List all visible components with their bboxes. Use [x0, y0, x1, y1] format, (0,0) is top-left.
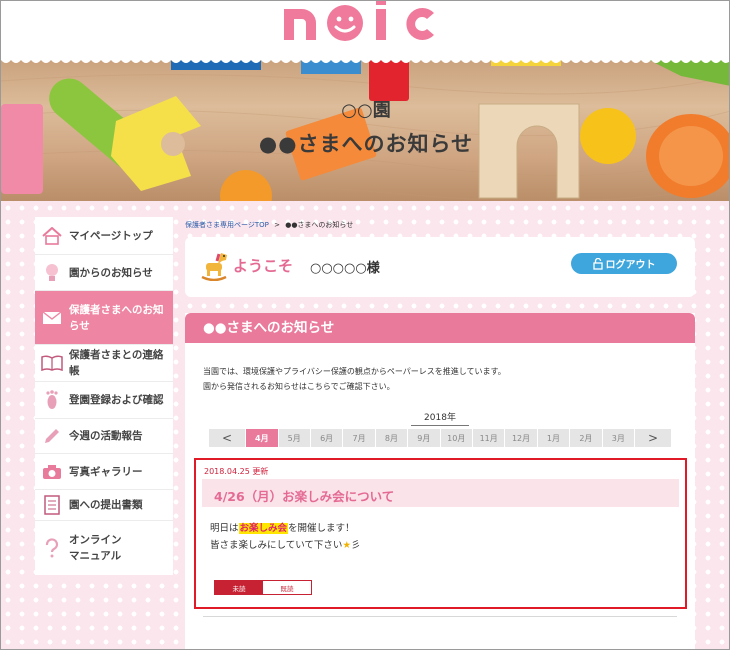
divider: [203, 616, 677, 617]
sidebar-item-attendance[interactable]: 登園登録および確認: [35, 382, 173, 419]
star-icon: ★: [342, 540, 351, 551]
pencil-icon: [41, 425, 63, 447]
month-tab[interactable]: 8月: [375, 429, 409, 447]
logout-button[interactable]: ログアウト: [571, 253, 677, 274]
month-tab[interactable]: 12月: [505, 429, 538, 447]
body-text: 彡: [350, 540, 361, 551]
sidebar-item-label: 今週の活動報告: [69, 430, 143, 442]
header-bar: [1, 1, 729, 57]
month-tab[interactable]: 2月: [570, 429, 603, 447]
sidebar-item-mypage-top[interactable]: マイページトップ: [35, 217, 173, 255]
intro-text: 当園では、環境保護やプライバシー保護の観点からペーパーレスを推進しています。 園…: [203, 364, 506, 394]
lightbulb-icon: [41, 262, 63, 284]
sidebar-item-photo-gallery[interactable]: 写真ギャラリー: [35, 454, 173, 490]
document-icon: [41, 494, 63, 516]
question-icon: [41, 537, 63, 559]
sidebar-item-label: 写真ギャラリー: [69, 465, 143, 478]
footprint-icon: [41, 389, 63, 411]
sidebar-item-documents[interactable]: 園への提出書類: [35, 490, 173, 521]
notice-body-line: 皆さま楽しみにしていて下さい★彡: [210, 537, 360, 554]
notice-title-bar: 4/26（月）お楽しみ会について: [202, 479, 679, 507]
sidebar-item-weekly-report[interactable]: 今週の活動報告: [35, 419, 173, 454]
body-text: 明日は: [210, 523, 239, 534]
sidebar-item-contact-book[interactable]: 保護者さまとの連絡帳: [35, 345, 173, 382]
month-tabs: < 4月 5月 6月 7月 8月 9月 10月 11月 12月 1月 2月 3月…: [209, 429, 672, 447]
sidebar-item-label: オンライン マニュアル: [69, 534, 122, 562]
intro-line: 園から発信されるお知らせはこちらでご確認下さい。: [203, 382, 395, 391]
lock-icon: [592, 257, 603, 270]
welcome-username: ○○○○○様: [310, 261, 380, 276]
month-tab[interactable]: 7月: [343, 429, 376, 447]
read-button[interactable]: 既読: [263, 581, 311, 594]
welcome-box: ようこそ ○○○○○様 ログアウト: [185, 237, 695, 297]
notice-date: 2018.04.25 更新: [204, 467, 269, 476]
envelope-icon: [41, 307, 63, 329]
sidebar-item-online-manual[interactable]: オンライン マニュアル: [35, 521, 173, 575]
sidebar-item-label: 保護者さまとの連絡帳: [69, 349, 164, 377]
rocking-horse-icon: [201, 253, 227, 281]
scallop-edge: [1, 56, 729, 63]
breadcrumb-separator: >: [274, 221, 280, 229]
read-status-toggle: 未読 既読: [214, 580, 312, 595]
page-frame: ○○園 ●●さまへのお知らせ マイページトップ 園からのお知らせ 保護者さまへの…: [0, 0, 730, 650]
month-tab[interactable]: 11月: [472, 429, 506, 447]
panel-title: ●●さまへのお知らせ: [185, 313, 695, 343]
sidebar-item-label: 園への提出書類: [69, 499, 143, 511]
body-text: を開催します！: [288, 523, 355, 534]
month-tab[interactable]: 3月: [602, 429, 635, 447]
notice-body: 明日はお楽しみ会を開催します！ 皆さま楽しみにしていて下さい★彡: [210, 520, 360, 554]
breadcrumb: 保護者さま専用ページTOP > ●●さまへのお知らせ: [185, 220, 353, 230]
next-year-button[interactable]: >: [634, 429, 672, 447]
house-icon: [41, 225, 63, 247]
notice-card: 2018.04.25 更新 4/26（月）お楽しみ会について 明日はお楽しみ会を…: [194, 458, 687, 609]
sidebar-nav: マイページトップ 園からのお知らせ 保護者さまへのお知らせ 保護者さまとの連絡帳…: [35, 217, 173, 575]
brand-logo[interactable]: [284, 1, 454, 43]
month-tab[interactable]: 10月: [440, 429, 473, 447]
sidebar-item-label: マイページトップ: [69, 229, 153, 242]
hero-title: ●●さまへのお知らせ: [258, 132, 474, 156]
month-tab[interactable]: 5月: [278, 429, 311, 447]
notice-title: 4/26（月）お楽しみ会について: [214, 489, 395, 504]
breadcrumb-current: ●●さまへのお知らせ: [285, 221, 354, 229]
hero-banner: ○○園 ●●さまへのお知らせ: [1, 56, 729, 201]
month-tab[interactable]: 1月: [537, 429, 571, 447]
sidebar-item-label: 登園登録および確認: [69, 394, 164, 406]
year-label: 2018年: [411, 410, 469, 426]
sidebar-item-school-news[interactable]: 園からのお知らせ: [35, 255, 173, 291]
unread-button[interactable]: 未読: [215, 581, 263, 594]
sidebar-item-label: 保護者さまへのお知らせ: [69, 303, 164, 332]
month-tab[interactable]: 9月: [408, 429, 441, 447]
breadcrumb-link-top[interactable]: 保護者さま専用ページTOP: [185, 221, 269, 229]
sidebar-item-label: 園からのお知らせ: [69, 266, 153, 279]
month-tab[interactable]: 6月: [310, 429, 344, 447]
hero-subtitle: ○○園: [341, 100, 391, 121]
notice-body-line: 明日はお楽しみ会を開催します！: [210, 520, 360, 537]
welcome-greeting: ようこそ: [233, 257, 294, 275]
book-icon: [41, 352, 63, 374]
prev-year-button[interactable]: <: [209, 429, 247, 447]
body-text: 皆さま楽しみにしていて下さい: [210, 540, 343, 551]
sidebar-item-parent-news[interactable]: 保護者さまへのお知らせ: [35, 291, 173, 345]
camera-icon: [41, 461, 63, 483]
logout-label: ログアウト: [605, 260, 656, 271]
intro-line: 当園では、環境保護やプライバシー保護の観点からペーパーレスを推進しています。: [203, 367, 506, 376]
month-tab[interactable]: 4月: [246, 429, 279, 447]
news-panel: ●●さまへのお知らせ 当園では、環境保護やプライバシー保護の観点からペーパーレス…: [185, 313, 695, 649]
highlighted-text: お楽しみ会: [238, 523, 289, 534]
